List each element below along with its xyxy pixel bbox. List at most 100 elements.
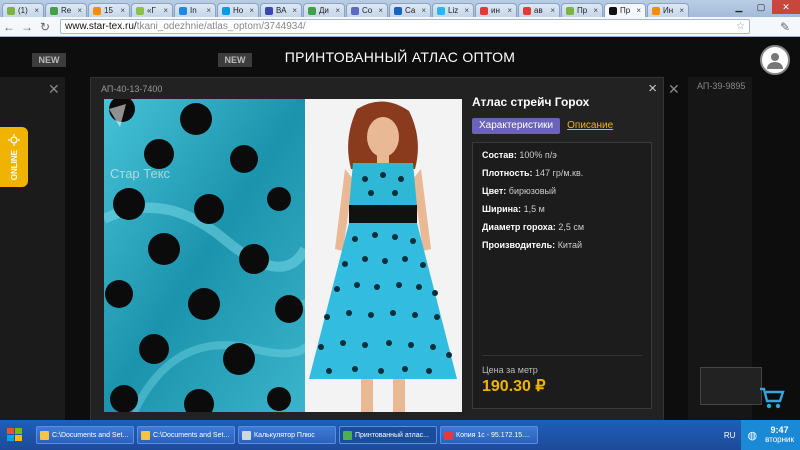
browser-tab[interactable]: Но ×	[217, 3, 259, 17]
spec-row: Цвет: бирюзовый	[482, 186, 642, 196]
tab-close-icon[interactable]: ×	[161, 6, 168, 15]
online-chat-tab[interactable]: ONLINE	[0, 127, 28, 187]
browser-tab[interactable]: Ди ×	[303, 3, 345, 17]
tab-label: (1)	[18, 6, 28, 15]
tab-label: Пр	[577, 6, 588, 15]
dress-image[interactable]	[305, 99, 462, 412]
taskbar-task[interactable]: Калькулятор Плюс	[238, 426, 336, 444]
wrench-icon[interactable]: ✎	[780, 20, 790, 34]
tab-label: In	[190, 6, 197, 15]
browser-tab[interactable]: Ин ×	[647, 3, 689, 17]
browser-tab[interactable]: Со ×	[346, 3, 388, 17]
network-icon[interactable]: ◍	[747, 429, 757, 442]
tab-close-icon[interactable]: ×	[505, 6, 512, 15]
tab-favicon-icon	[523, 6, 531, 15]
sun-icon	[8, 133, 20, 146]
language-indicator[interactable]: RU	[724, 431, 736, 440]
browser-tab[interactable]: Liz ×	[432, 3, 474, 17]
browser-tab-strip: (1) × Re × 15 × «Г × In × Но × ВА × Ди × Со × Са × Liz × ин × ав…	[0, 0, 800, 17]
spec-label: Плотность:	[482, 168, 533, 178]
tab-favicon-icon	[93, 6, 101, 15]
tab-close-icon[interactable]: ×	[634, 6, 641, 15]
tab-favicon-icon	[50, 6, 58, 15]
tab-close-icon[interactable]: ×	[75, 6, 82, 15]
clock-time: 9:47	[770, 425, 789, 435]
forward-icon[interactable]: →	[18, 20, 36, 34]
browser-tab[interactable]: ав ×	[518, 3, 560, 17]
tab-close-icon[interactable]: ×	[419, 6, 426, 15]
tab-favicon-icon	[566, 6, 574, 15]
address-bar[interactable]: www.star-tex.ru/tkani_odezhnie/atlas_opt…	[60, 19, 750, 34]
model-in-dress-picture	[305, 99, 462, 412]
tab-close-icon[interactable]: ×	[677, 6, 684, 15]
maximize-button[interactable]: ▢	[750, 0, 772, 14]
reload-icon[interactable]: ↻	[36, 20, 54, 34]
tab-label: Но	[233, 6, 244, 15]
taskbar-tasks: C:\Documents and Set... C:\Documents and …	[36, 426, 541, 444]
price-label: Цена за метр	[482, 365, 538, 375]
fabric-image[interactable]: Стар Текс	[104, 99, 305, 412]
tab-description[interactable]: Описание	[560, 118, 620, 134]
browser-tab[interactable]: Пр ×	[604, 3, 646, 17]
task-app-icon	[242, 430, 251, 440]
close-window-button[interactable]: ✕	[772, 0, 800, 14]
taskbar-task[interactable]: Копия 1с - 95.172.15....	[440, 426, 538, 444]
url-domain: www.star-tex.ru/	[65, 21, 137, 32]
browser-tab[interactable]: (1) ×	[2, 3, 44, 17]
tab-close-icon[interactable]: ×	[376, 6, 383, 15]
browser-tab[interactable]: In ×	[174, 3, 216, 17]
spec-value: 1,5 м	[523, 204, 545, 214]
browser-tab[interactable]: Пр ×	[561, 3, 603, 17]
tab-close-icon[interactable]: ×	[462, 6, 469, 15]
tab-favicon-icon	[308, 6, 316, 15]
browser-tab[interactable]: Re ×	[45, 3, 87, 17]
web-page: NEW NEW ПРИНТОВАННЫЙ АТЛАС ОПТОМ ✕ ✕ АП-…	[0, 37, 800, 420]
taskbar-task[interactable]: C:\Documents and Set...	[36, 426, 134, 444]
task-label: Принтованный атлас...	[355, 431, 429, 439]
tab-close-icon[interactable]: ×	[333, 6, 340, 15]
spec-row: Состав: 100% п/э	[482, 150, 642, 160]
tab-favicon-icon	[652, 6, 660, 15]
taskbar-task[interactable]: Принтованный атлас...	[339, 426, 437, 444]
bookmark-star-icon[interactable]: ☆	[736, 21, 745, 32]
tab-close-icon[interactable]: ×	[32, 6, 39, 15]
spec-label: Цвет:	[482, 186, 507, 196]
close-icon[interactable]: ✕	[668, 81, 680, 98]
close-icon[interactable]: ✕	[48, 81, 60, 98]
minimize-button[interactable]: ▁	[728, 0, 750, 14]
shopping-cart-icon[interactable]	[759, 386, 785, 410]
browser-tab[interactable]: Са ×	[389, 3, 431, 17]
tab-close-icon[interactable]: ×	[118, 6, 125, 15]
tab-characteristics[interactable]: Характеристики	[472, 118, 561, 134]
spec-value: 2,5 см	[558, 222, 585, 232]
task-app-icon	[141, 430, 150, 440]
tab-close-icon[interactable]: ×	[204, 6, 211, 15]
spec-row: Диаметр гороха: 2,5 см	[482, 222, 642, 232]
back-icon[interactable]: ←	[0, 20, 18, 34]
start-button[interactable]	[0, 420, 30, 450]
tab-close-icon[interactable]: ×	[290, 6, 297, 15]
browser-tab[interactable]: ВА ×	[260, 3, 302, 17]
task-label: Калькулятор Плюс	[254, 431, 315, 439]
tab-label: 15	[104, 6, 113, 15]
tab-label: Ин	[663, 6, 674, 15]
thumbnail-strip[interactable]	[700, 367, 762, 405]
tab-label: Re	[61, 6, 72, 15]
browser-tab[interactable]: ин ×	[475, 3, 517, 17]
browser-tab[interactable]: «Г ×	[131, 3, 173, 17]
browser-tab[interactable]: 15 ×	[88, 3, 130, 17]
tab-close-icon[interactable]: ×	[591, 6, 598, 15]
os-taskbar: C:\Documents and Set... C:\Documents and …	[0, 420, 800, 450]
card-code: АП-39-9895	[697, 81, 746, 91]
specs-panel: Состав: 100% п/э Плотность: 147 гр/м.кв.…	[472, 142, 652, 409]
clock[interactable]: 9:47 вторник	[765, 425, 794, 445]
user-avatar-icon[interactable]	[760, 45, 790, 75]
tab-close-icon[interactable]: ×	[247, 6, 254, 15]
task-label: C:\Documents and Set...	[153, 431, 230, 439]
tab-favicon-icon	[265, 6, 273, 15]
tab-favicon-icon	[136, 6, 144, 15]
tab-close-icon[interactable]: ×	[548, 6, 555, 15]
taskbar-task[interactable]: C:\Documents and Set...	[137, 426, 235, 444]
spec-row: Ширина: 1,5 м	[482, 204, 642, 214]
spec-row: Производитель: Китай	[482, 240, 642, 250]
